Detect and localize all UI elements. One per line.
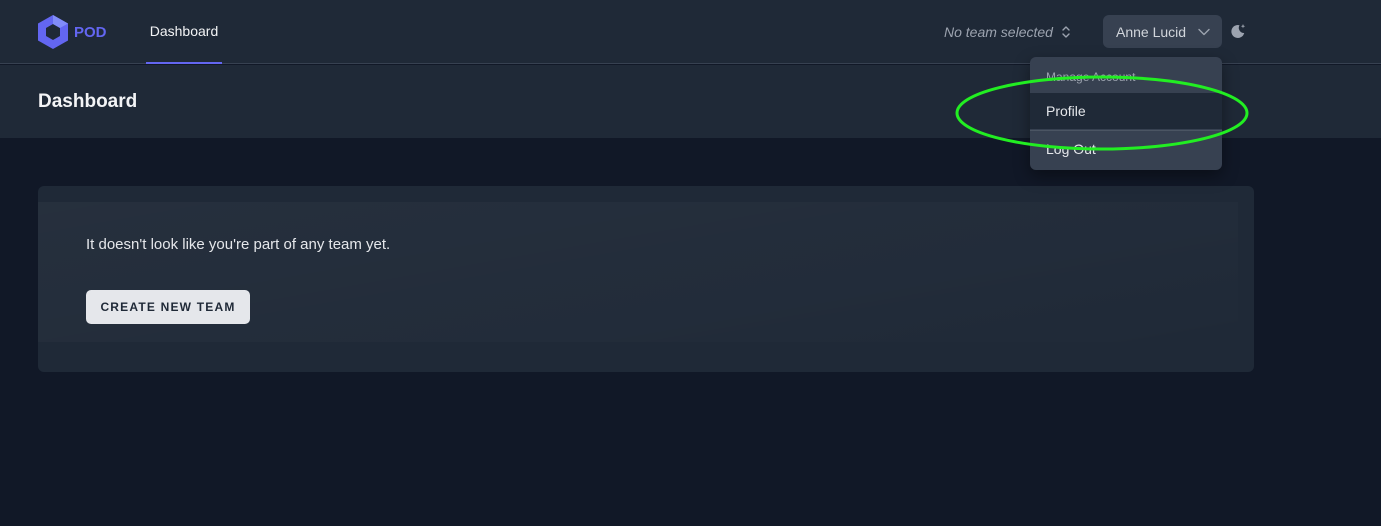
dropdown-item-log-out[interactable]: Log Out [1030, 130, 1222, 166]
brand-name: POD [74, 23, 107, 41]
team-switcher-label: No team selected [944, 24, 1053, 40]
moon-star-icon [1231, 24, 1246, 38]
chevron-down-icon [1198, 28, 1210, 35]
empty-state-message: It doesn't look like you're part of any … [86, 236, 391, 253]
hexagon-cube-icon [38, 15, 68, 49]
theme-toggle-button[interactable] [1229, 22, 1247, 40]
dropdown-item-profile[interactable]: Profile [1030, 93, 1222, 129]
dropdown-heading: Manage Account [1046, 70, 1136, 84]
user-menu-button[interactable]: Anne Lucid [1103, 15, 1222, 48]
create-new-team-button[interactable]: CREATE NEW TEAM [86, 290, 250, 324]
team-switcher[interactable]: No team selected [944, 22, 1071, 42]
top-navigation-bar: POD Dashboard No team selected Anne Luci… [0, 0, 1381, 64]
brand-logo[interactable]: POD [36, 14, 107, 50]
empty-team-card: It doesn't look like you're part of any … [38, 186, 1254, 372]
user-dropdown-menu: Manage Account Profile Log Out [1030, 57, 1222, 170]
nav-link-dashboard[interactable]: Dashboard [146, 0, 222, 64]
chevron-up-down-icon [1062, 26, 1070, 38]
user-name: Anne Lucid [1116, 23, 1187, 40]
page-title: Dashboard [38, 91, 138, 112]
